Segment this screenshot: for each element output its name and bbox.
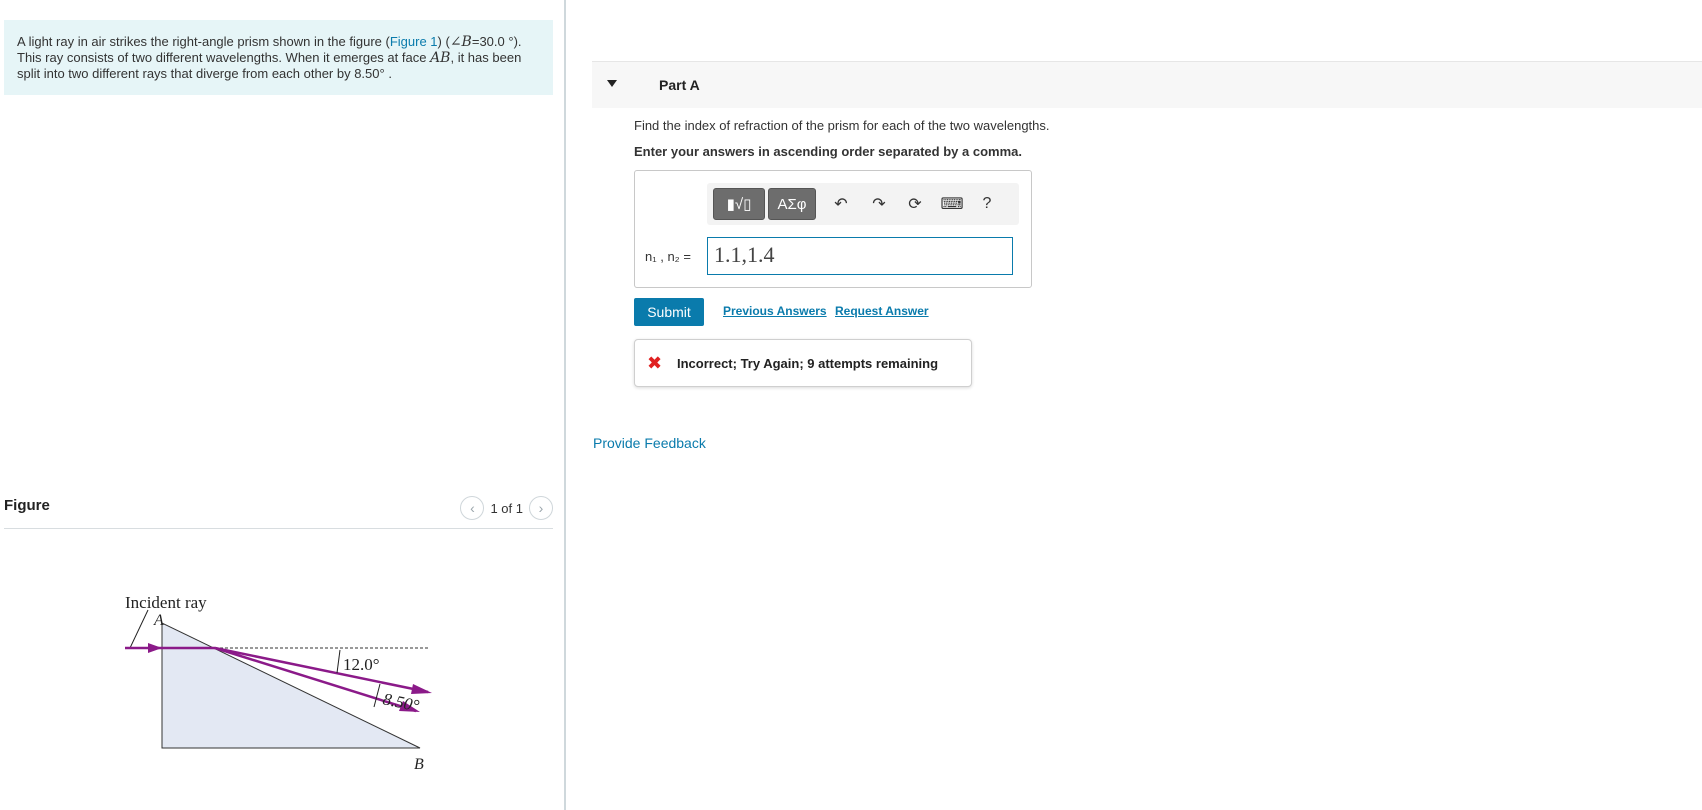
vertex-a-label: A (153, 612, 164, 629)
part-title: Part A (659, 77, 700, 93)
part-a-header[interactable]: Part A (592, 61, 1702, 108)
problem-statement: A light ray in air strikes the right-ang… (4, 20, 553, 95)
angle-expression: ∠B (449, 34, 472, 50)
caret-down-icon (607, 80, 617, 87)
request-answer-link[interactable]: Request Answer (835, 304, 929, 318)
reset-icon[interactable]: ⟳ (903, 192, 927, 216)
redo-icon[interactable]: ↷ (867, 192, 891, 216)
templates-button[interactable]: ▮√▯ (713, 188, 765, 220)
templates-label: ▮√▯ (726, 196, 752, 213)
chevron-right-icon: › (538, 500, 544, 516)
keyboard-icon[interactable]: ⌨ (940, 192, 964, 216)
answer-input[interactable]: 1.1,1.4 (707, 237, 1013, 275)
problem-text: , it has been (450, 50, 522, 65)
angle-tick-850 (373, 683, 381, 708)
instruction-text: Enter your answers in ascending order se… (634, 144, 1022, 159)
incident-pointer-line (129, 609, 149, 649)
math-toolbar: ▮√▯ ΑΣφ ↶ ↷ ⟳ ⌨ ? (707, 183, 1019, 225)
prism-shape (161, 622, 421, 749)
angle-value: =30.0 ° (471, 34, 514, 49)
help-button[interactable]: ? (975, 192, 999, 216)
next-figure-button[interactable]: › (529, 496, 553, 520)
chevron-left-icon: ‹ (470, 500, 475, 516)
angle-12-label: 12.0° (343, 655, 380, 674)
provide-feedback-link[interactable]: Provide Feedback (593, 435, 706, 451)
help-label: ? (982, 195, 992, 212)
figure-pager: ‹ 1 of 1 › (460, 496, 553, 520)
face-label: AB (430, 50, 451, 66)
upper-ray-arrow (411, 684, 432, 694)
answer-input-label: n₁ , n₂ = (645, 249, 691, 264)
right-pane: Part A Find the index of refraction of t… (568, 0, 1702, 810)
problem-text: ) ( (437, 34, 450, 49)
problem-text: This ray consists of two different wavel… (17, 50, 431, 65)
figure-header: Figure ‹ 1 of 1 › (4, 493, 553, 529)
previous-figure-button[interactable]: ‹ (460, 496, 485, 520)
problem-text: ). (513, 34, 522, 49)
previous-answers-link[interactable]: Previous Answers (723, 304, 827, 318)
left-pane: A light ray in air strikes the right-ang… (0, 0, 566, 810)
feedback-message: ✖ Incorrect; Try Again; 9 attempts remai… (634, 339, 972, 387)
incident-ray-label: Incident ray (125, 593, 207, 612)
problem-text: split into two different rays that diver… (17, 66, 392, 81)
feedback-text: Incorrect; Try Again; 9 attempts remaini… (677, 356, 939, 371)
undo-icon[interactable]: ↶ (829, 192, 853, 216)
figure-title: Figure (4, 497, 50, 514)
incident-arrow (148, 643, 162, 653)
problem-text: A light ray in air strikes the right-ang… (17, 34, 390, 49)
error-x-icon: ✖ (647, 353, 663, 373)
symbols-button[interactable]: ΑΣφ (768, 188, 816, 220)
vertex-b-label: B (414, 756, 424, 773)
symbols-label: ΑΣφ (777, 195, 807, 213)
prism-figure: Incident ray A B 12.0° 8.50° (125, 593, 432, 773)
submit-button[interactable]: Submit (634, 298, 704, 326)
angle-tick-12 (336, 649, 341, 674)
figure-link[interactable]: Figure 1 (390, 34, 438, 49)
answer-box: ▮√▯ ΑΣφ ↶ ↷ ⟳ ⌨ ? n₁ , n₂ = 1.1,1.4 (634, 170, 1032, 288)
question-text: Find the index of refraction of the pris… (634, 118, 1050, 133)
figure-page-count: 1 of 1 (490, 500, 523, 516)
